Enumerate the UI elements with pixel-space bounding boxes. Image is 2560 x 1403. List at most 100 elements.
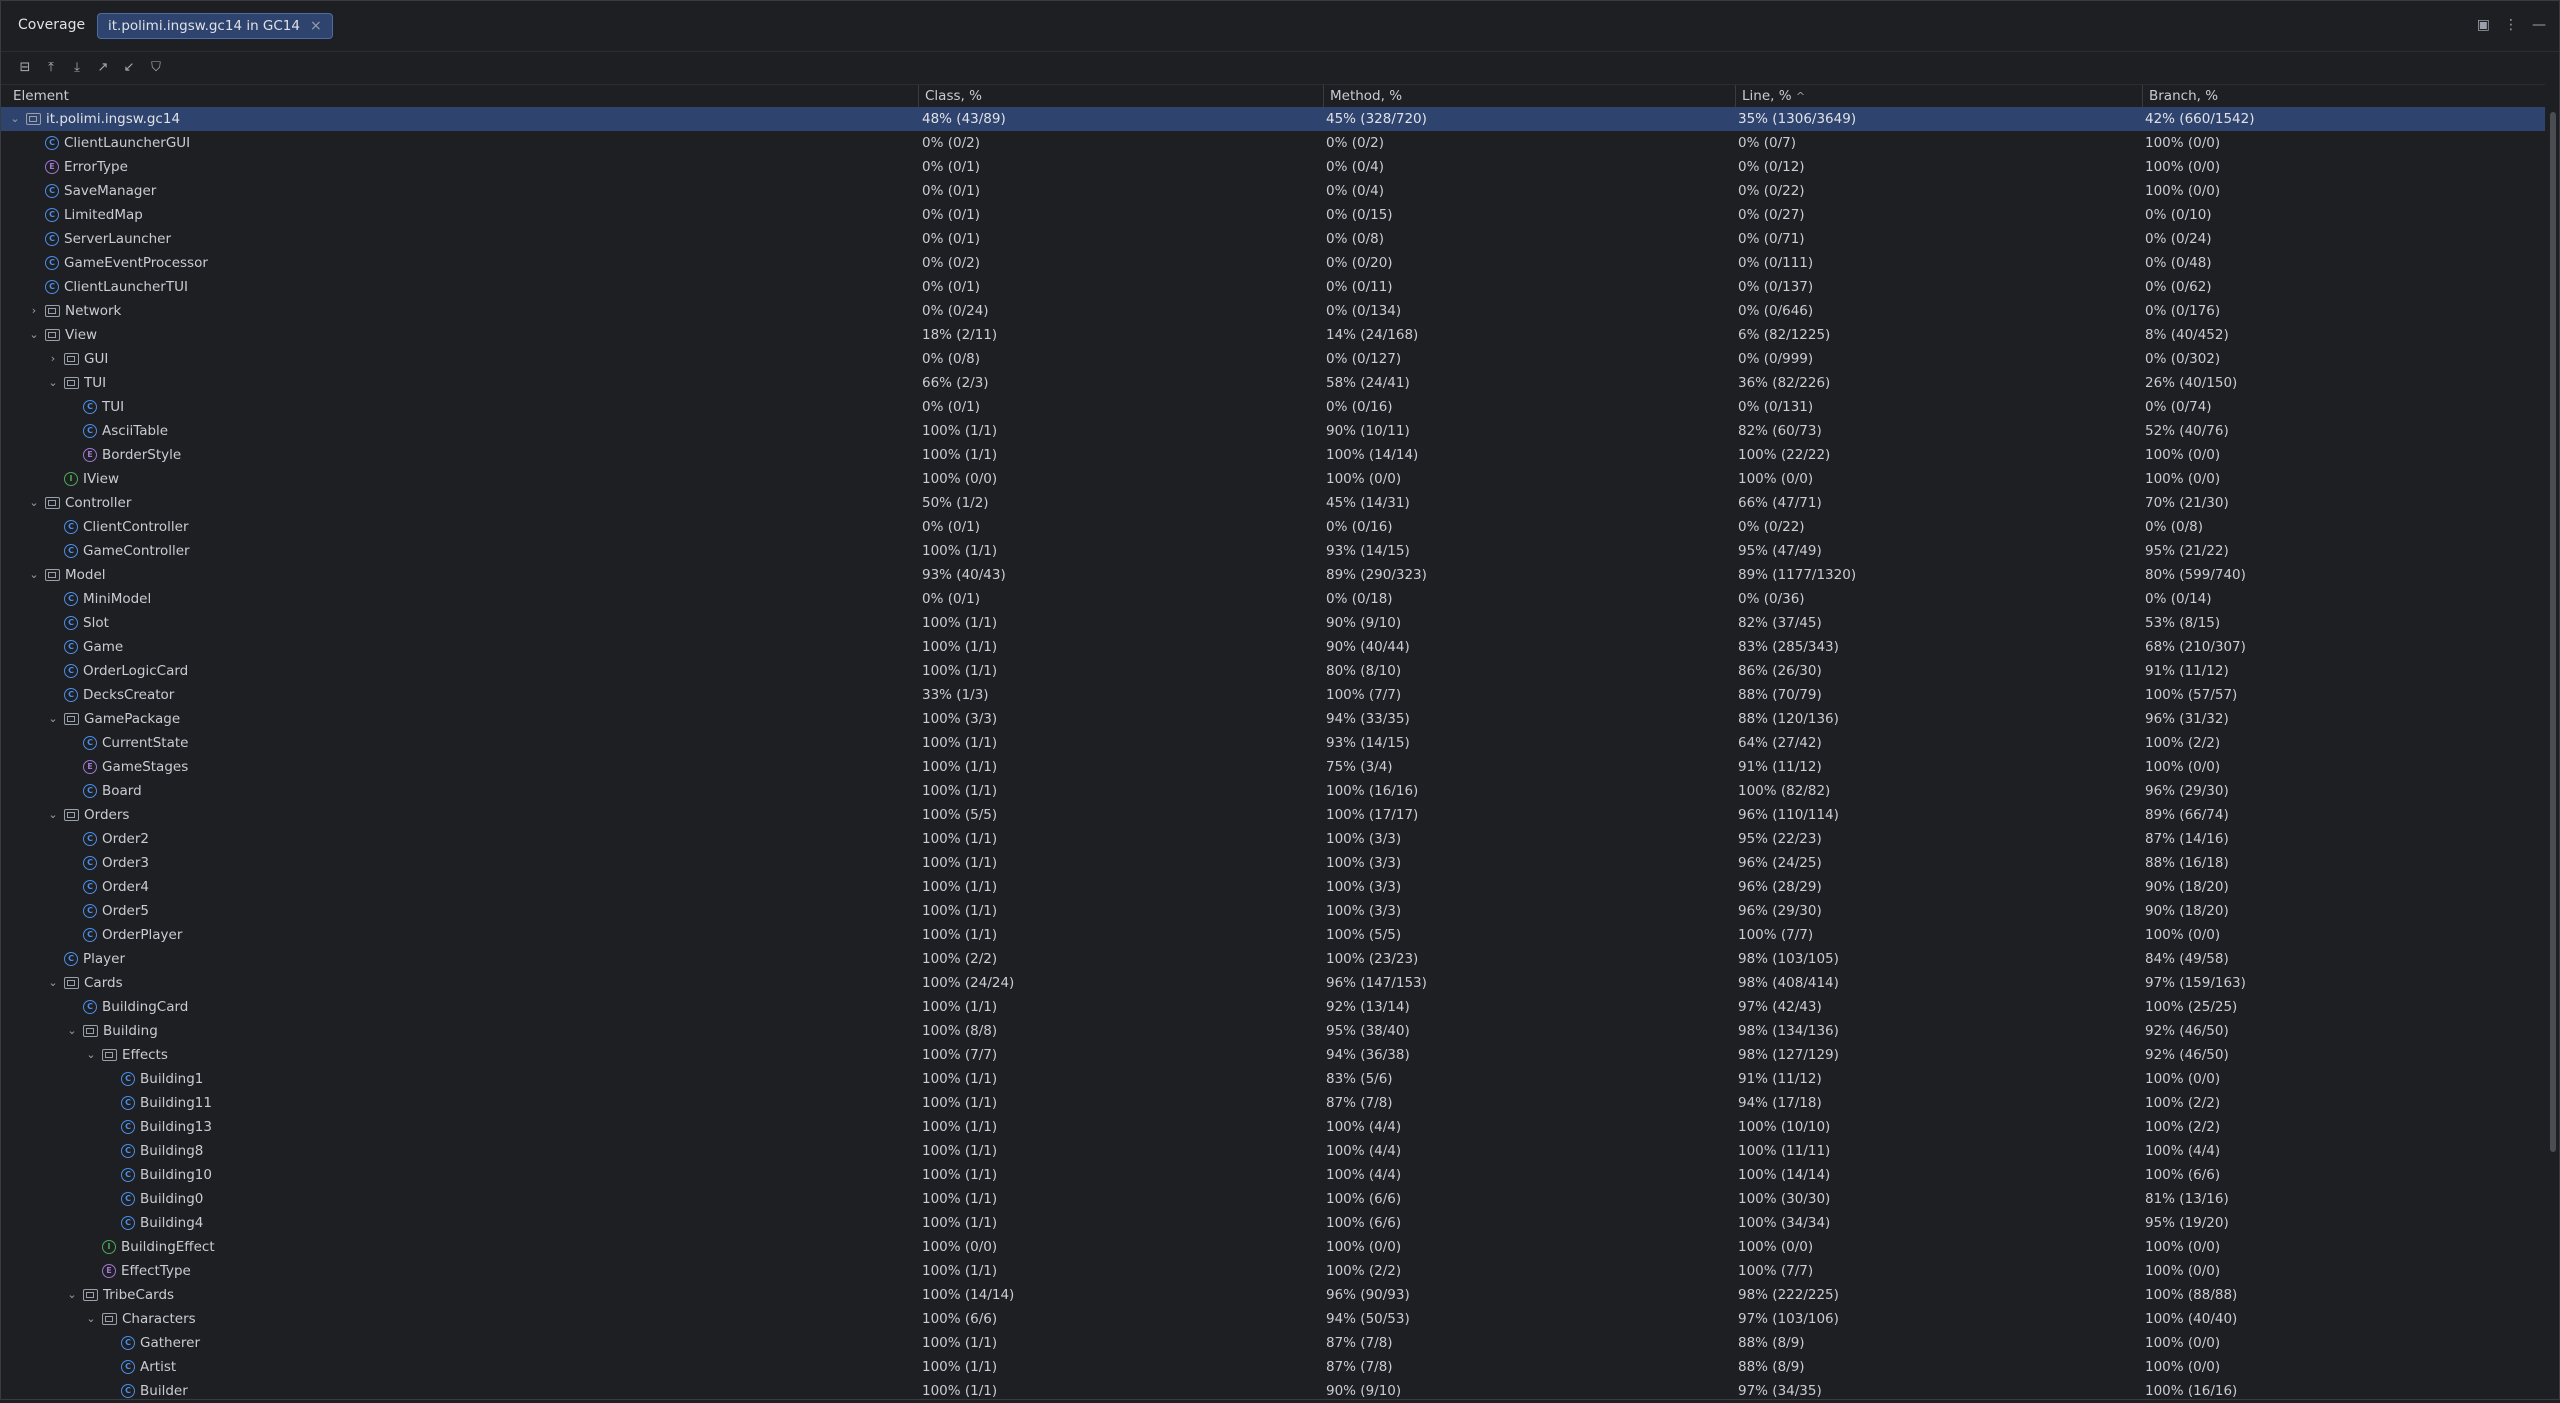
package-row[interactable]: ⌄ TUI 66% (2/3) 58% (24/41) 36% (82/226) 26% … — [0, 371, 2545, 395]
column-divider[interactable] — [1735, 85, 1736, 107]
package-icon — [64, 377, 79, 389]
column-branch[interactable]: Branch, % — [2149, 88, 2218, 104]
column-line[interactable]: Line, % ^ — [1742, 88, 1805, 104]
class-row[interactable]: E BorderStyle 100% (1/1) 100% (14/14) 100% (… — [0, 443, 2545, 467]
class-row[interactable]: C Gatherer 100% (1/1) 87% (7/8) 88% (8/9) 100… — [0, 1331, 2545, 1355]
package-row[interactable]: › GUI 0% (0/8) 0% (0/127) 0% (0/999) 0% (0/30… — [0, 347, 2545, 371]
class-row[interactable]: C Building0 100% (1/1) 100% (6/6) 100% (30/3… — [0, 1187, 2545, 1211]
chevron-down-icon[interactable]: ⌄ — [27, 563, 41, 587]
filter-icon[interactable]: ⛉ — [148, 60, 164, 76]
package-row[interactable]: ⌄ Cards 100% (24/24) 96% (147/153) 98% (408/… — [0, 971, 2545, 995]
chevron-right-icon[interactable]: › — [46, 347, 60, 371]
class-row[interactable]: C GameController 100% (1/1) 93% (14/15) 95% … — [0, 539, 2545, 563]
class-row[interactable]: C BuildingCard 100% (1/1) 92% (13/14) 97% (4… — [0, 995, 2545, 1019]
class-row[interactable]: C TUI 0% (0/1) 0% (0/16) 0% (0/131) 0% (0/74) — [0, 395, 2545, 419]
minimize-icon[interactable]: — — [2532, 17, 2546, 33]
class-row[interactable]: C Building4 100% (1/1) 100% (6/6) 100% (34/3… — [0, 1211, 2545, 1235]
class-row[interactable]: C OrderLogicCard 100% (1/1) 80% (8/10) 86% (… — [0, 659, 2545, 683]
line-coverage: 0% (0/111) — [1738, 255, 1814, 271]
package-row[interactable]: ⌄ View 18% (2/11) 14% (24/168) 6% (82/1225) 8… — [0, 323, 2545, 347]
collapse-all-icon[interactable]: ⤒ — [43, 60, 59, 76]
chevron-down-icon[interactable]: ⌄ — [46, 707, 60, 731]
table-header: Element Class, % Method, % Line, % ^ Bra… — [0, 84, 2545, 108]
column-class[interactable]: Class, % — [925, 88, 982, 104]
class-row[interactable]: C Player 100% (2/2) 100% (23/23) 98% (103/10… — [0, 947, 2545, 971]
coverage-tab[interactable]: it.polimi.ingsw.gc14 in GC14 × — [97, 13, 333, 39]
package-row[interactable]: ⌄ Controller 50% (1/2) 45% (14/31) 66% (47/7… — [0, 491, 2545, 515]
class-row[interactable]: C MiniModel 0% (0/1) 0% (0/18) 0% (0/36) 0% (… — [0, 587, 2545, 611]
class-row[interactable]: E EffectType 100% (1/1) 100% (2/2) 100% (7/7… — [0, 1259, 2545, 1283]
column-method[interactable]: Method, % — [1330, 88, 1402, 104]
branch-coverage: 90% (18/20) — [2145, 903, 2229, 919]
element-name: Model — [65, 567, 106, 583]
column-element[interactable]: Element — [13, 88, 69, 104]
package-row[interactable]: ⌄ Building 100% (8/8) 95% (38/40) 98% (134/1… — [0, 1019, 2545, 1043]
class-row[interactable]: C Slot 100% (1/1) 90% (9/10) 82% (37/45) 53% … — [0, 611, 2545, 635]
chevron-down-icon[interactable]: ⌄ — [27, 323, 41, 347]
more-vertical-icon[interactable]: ⋮ — [2504, 17, 2518, 33]
package-row[interactable]: ⌄ GamePackage 100% (3/3) 94% (33/35) 88% (12… — [0, 707, 2545, 731]
class-row[interactable]: C Building11 100% (1/1) 87% (7/8) 94% (17/18… — [0, 1091, 2545, 1115]
navigate-icon[interactable]: ↙ — [121, 60, 137, 76]
class-row[interactable]: E GameStages 100% (1/1) 75% (3/4) 91% (11/12… — [0, 755, 2545, 779]
class-row[interactable]: E ErrorType 0% (0/1) 0% (0/4) 0% (0/12) 100% … — [0, 155, 2545, 179]
class-row[interactable]: C Artist 100% (1/1) 87% (7/8) 88% (8/9) 100% … — [0, 1355, 2545, 1379]
package-row[interactable]: ⌄ TribeCards 100% (14/14) 96% (90/93) 98% (2… — [0, 1283, 2545, 1307]
package-row[interactable]: ⌄ Model 93% (40/43) 89% (290/323) 89% (1177/… — [0, 563, 2545, 587]
package-row[interactable]: ⌄ Effects 100% (7/7) 94% (36/38) 98% (127/12… — [0, 1043, 2545, 1067]
class-row[interactable]: C SaveManager 0% (0/1) 0% (0/4) 0% (0/22) 100… — [0, 179, 2545, 203]
class-row[interactable]: C GameEventProcessor 0% (0/2) 0% (0/20) 0% (… — [0, 251, 2545, 275]
class-row[interactable]: C Board 100% (1/1) 100% (16/16) 100% (82/82)… — [0, 779, 2545, 803]
package-row[interactable]: › Network 0% (0/24) 0% (0/134) 0% (0/646) 0% … — [0, 299, 2545, 323]
line-coverage: 97% (103/106) — [1738, 1311, 1839, 1327]
class-row[interactable]: C OrderPlayer 100% (1/1) 100% (5/5) 100% (7/… — [0, 923, 2545, 947]
scrollbar-thumb[interactable] — [2550, 112, 2556, 1152]
layout-icon[interactable]: ▣ — [2477, 17, 2490, 33]
class-row[interactable]: C ClientLauncherGUI 0% (0/2) 0% (0/2) 0% (0/… — [0, 131, 2545, 155]
chevron-down-icon[interactable]: ⌄ — [46, 371, 60, 395]
package-row[interactable]: ⌄ it.polimi.ingsw.gc14 48% (43/89) 45% (328… — [0, 107, 2545, 131]
class-row[interactable]: C AsciiTable 100% (1/1) 90% (10/11) 82% (60/… — [0, 419, 2545, 443]
class-row[interactable]: C Order3 100% (1/1) 100% (3/3) 96% (24/25) 88… — [0, 851, 2545, 875]
export-icon[interactable]: ↗ — [95, 60, 111, 76]
import-icon[interactable]: ⊟ — [17, 60, 33, 76]
class-row[interactable]: C ClientLauncherTUI 0% (0/1) 0% (0/11) 0% (0… — [0, 275, 2545, 299]
class-row[interactable]: C Building1 100% (1/1) 83% (5/6) 91% (11/12)… — [0, 1067, 2545, 1091]
chevron-down-icon[interactable]: ⌄ — [46, 803, 60, 827]
package-row[interactable]: ⌄ Characters 100% (6/6) 94% (50/53) 97% (103… — [0, 1307, 2545, 1331]
class-row[interactable]: I BuildingEffect 100% (0/0) 100% (0/0) 100% … — [0, 1235, 2545, 1259]
branch-coverage: 100% (0/0) — [2145, 447, 2221, 463]
class-row[interactable]: C LimitedMap 0% (0/1) 0% (0/15) 0% (0/27) 0% … — [0, 203, 2545, 227]
chevron-down-icon[interactable]: ⌄ — [65, 1283, 79, 1307]
chevron-down-icon[interactable]: ⌄ — [65, 1019, 79, 1043]
chevron-down-icon[interactable]: ⌄ — [46, 971, 60, 995]
class-row[interactable]: C CurrentState 100% (1/1) 93% (14/15) 64% (2… — [0, 731, 2545, 755]
class-row[interactable]: C Order4 100% (1/1) 100% (3/3) 96% (28/29) 90… — [0, 875, 2545, 899]
package-row[interactable]: ⌄ Orders 100% (5/5) 100% (17/17) 96% (110/11… — [0, 803, 2545, 827]
element-name: Order3 — [102, 855, 149, 871]
chevron-down-icon[interactable]: ⌄ — [27, 491, 41, 515]
column-divider[interactable] — [918, 85, 919, 107]
class-row[interactable]: C Order5 100% (1/1) 100% (3/3) 96% (29/30) 90… — [0, 899, 2545, 923]
class-row[interactable]: C Building13 100% (1/1) 100% (4/4) 100% (10/… — [0, 1115, 2545, 1139]
chevron-right-icon[interactable]: › — [27, 299, 41, 323]
chevron-down-icon[interactable]: ⌄ — [8, 107, 22, 131]
class-icon: C — [45, 184, 59, 198]
class-row[interactable]: C ClientController 0% (0/1) 0% (0/16) 0% (0/… — [0, 515, 2545, 539]
class-coverage: 33% (1/3) — [922, 687, 989, 703]
class-row[interactable]: C Builder 100% (1/1) 90% (9/10) 97% (34/35) 1… — [0, 1379, 2545, 1403]
chevron-down-icon[interactable]: ⌄ — [84, 1307, 98, 1331]
column-line-label: Line, % — [1742, 88, 1792, 104]
chevron-down-icon[interactable]: ⌄ — [84, 1043, 98, 1067]
column-divider[interactable] — [1323, 85, 1324, 107]
class-row[interactable]: C Building10 100% (1/1) 100% (4/4) 100% (14/… — [0, 1163, 2545, 1187]
class-row[interactable]: C DecksCreator 33% (1/3) 100% (7/7) 88% (70/… — [0, 683, 2545, 707]
class-row[interactable]: C ServerLauncher 0% (0/1) 0% (0/8) 0% (0/71)… — [0, 227, 2545, 251]
expand-all-icon[interactable]: ⤓ — [69, 60, 85, 76]
class-row[interactable]: C Game 100% (1/1) 90% (40/44) 83% (285/343) 6… — [0, 635, 2545, 659]
class-row[interactable]: I IView 100% (0/0) 100% (0/0) 100% (0/0) 100%… — [0, 467, 2545, 491]
column-divider[interactable] — [2142, 85, 2143, 107]
class-row[interactable]: C Order2 100% (1/1) 100% (3/3) 95% (22/23) 87… — [0, 827, 2545, 851]
class-row[interactable]: C Building8 100% (1/1) 100% (4/4) 100% (11/1… — [0, 1139, 2545, 1163]
close-tab-icon[interactable]: × — [310, 18, 322, 34]
